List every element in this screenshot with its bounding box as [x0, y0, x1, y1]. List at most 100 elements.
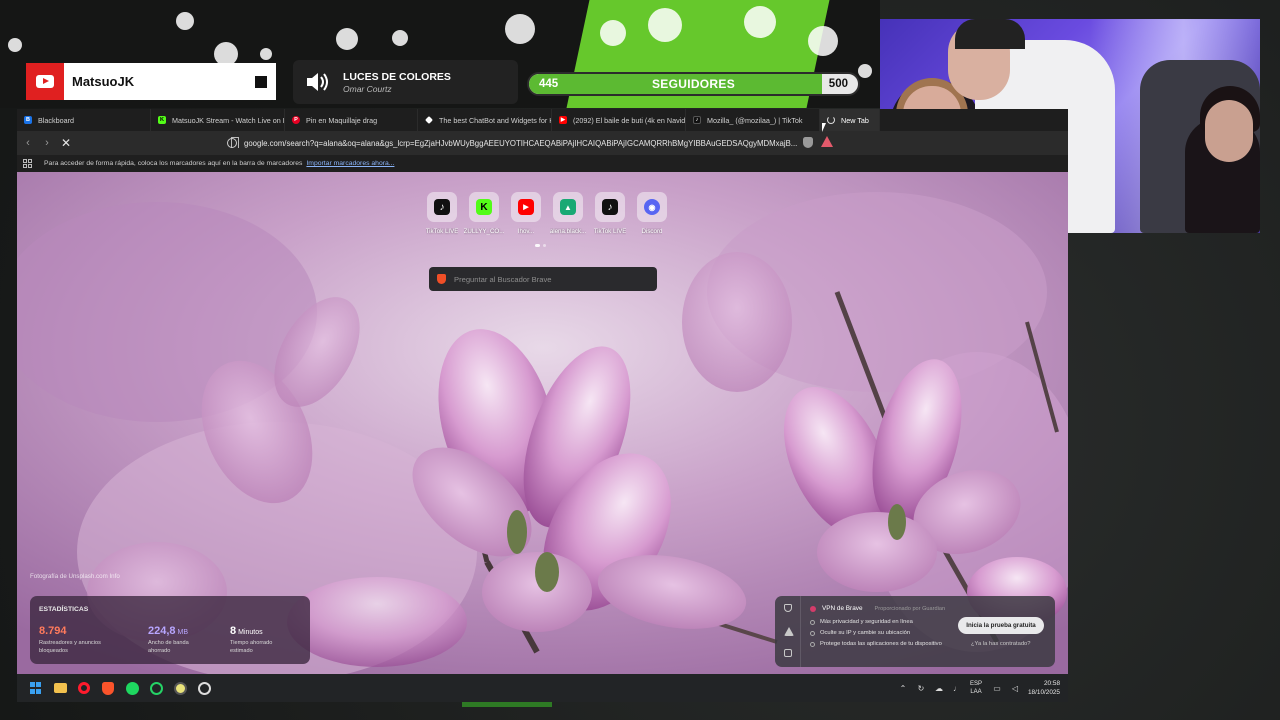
site-info-icon[interactable]	[227, 138, 237, 148]
stat-bandwidth: 224,8 MB Ancho de banda ahorrado	[148, 625, 204, 655]
language-indicator[interactable]: ESP LAA	[970, 680, 982, 696]
shortcut-kick[interactable]: K ZULLYY_CO...	[464, 192, 504, 235]
tab-kick-stream[interactable]: K MatsuoJK Stream - Watch Live on Ki	[151, 109, 285, 131]
now-playing-card: LUCES DE COLORES Omar Courtz	[293, 60, 518, 104]
triangle-icon[interactable]	[784, 627, 794, 636]
shortcut-label: ZULLYY_CO...	[463, 228, 505, 235]
shortcut-alena[interactable]: ▲ alena.black...	[549, 192, 587, 235]
overlay-bubble	[744, 6, 776, 38]
check-icon	[810, 630, 815, 636]
whatsapp-icon[interactable]	[147, 679, 165, 697]
stat-description: Ancho de banda ahorrado	[148, 640, 189, 654]
opera-icon[interactable]	[75, 679, 93, 697]
shortcut-youtube[interactable]: ▶ Ihov...	[509, 192, 543, 235]
vpn-feature: Oculte su IP y cambie su ubicación	[810, 630, 910, 636]
clock-date: 18/10/2025	[1028, 689, 1060, 696]
vpn-feature-text: Oculte su IP y cambie su ubicación	[820, 630, 911, 636]
microphone-icon[interactable]: ♩	[952, 683, 962, 693]
arrow-up-icon: ▲	[560, 199, 576, 215]
clock[interactable]: 20:58 18/10/2025	[1028, 679, 1060, 697]
overlay-bubble	[505, 14, 535, 44]
start-button[interactable]	[27, 679, 45, 697]
overlay-bubble	[176, 12, 194, 30]
shield-icon[interactable]	[784, 604, 792, 612]
system-tray: ⌃ ↻ ☁ ♩ ESP LAA ▭ ◁ 20:58 18/10/2025	[898, 674, 1068, 702]
tab-chatbot[interactable]: The best ChatBot and Widgets for Ki	[418, 109, 552, 131]
follower-label: SEGUIDORES	[651, 77, 735, 91]
shortcut-label: alena.black...	[549, 228, 587, 235]
follower-goal: 500	[828, 78, 848, 90]
shortcut-label: TikTok LIVE	[425, 228, 459, 235]
address-bar[interactable]: google.com/search?q=alana&oq=alana&gs_lc…	[227, 134, 837, 152]
check-icon	[810, 641, 815, 647]
url-text: google.com/search?q=alana&oq=alana&gs_lc…	[244, 138, 798, 148]
mouse-cursor-icon	[822, 123, 826, 132]
loading-icon	[827, 116, 835, 124]
search-placeholder: Preguntar al Buscador Brave	[454, 274, 552, 284]
brave-search-box[interactable]: Preguntar al Buscador Brave	[429, 267, 657, 291]
shortcut-tiktok-live[interactable]: ♪ TikTok LIVE	[425, 192, 459, 235]
stat-number: 8	[230, 625, 237, 637]
tool-icon[interactable]	[195, 679, 213, 697]
youtube-icon	[26, 63, 64, 100]
overlay-accent-strip	[462, 702, 552, 707]
chevron-up-icon[interactable]: ⌃	[898, 683, 908, 693]
shortcut-label: TikTok LIVE	[593, 228, 627, 235]
sync-icon[interactable]: ↻	[916, 683, 926, 693]
stop-loading-button[interactable]: ✕	[58, 135, 74, 151]
kick-icon: K	[476, 199, 492, 215]
app-icon[interactable]	[171, 679, 189, 697]
tab-strip: B Blackboard K MatsuoJK Stream - Watch L…	[17, 109, 1068, 131]
follower-goal-bar: 445 SEGUIDORES 500	[527, 72, 860, 96]
webcam-person-face	[1205, 100, 1253, 162]
brave-rewards-icon[interactable]	[821, 136, 833, 147]
apps-grid-icon[interactable]	[23, 159, 32, 168]
overlay-bubble	[260, 48, 272, 60]
import-bookmarks-link[interactable]: Importar marcadores ahora...	[306, 160, 394, 167]
song-artist: Omar Courtz	[343, 83, 392, 94]
monitor-icon[interactable]: ▭	[992, 683, 1002, 693]
stop-square-icon	[255, 75, 267, 88]
stat-time: 8 Minutos Tiempo ahorrado estimado	[230, 625, 286, 655]
vpn-logo-icon	[810, 605, 816, 612]
stream-scene: MatsuoJK LUCES DE COLORES Omar Courtz 44…	[0, 0, 1280, 720]
brave-shields-icon[interactable]	[803, 137, 813, 148]
tiktok-icon: ♪	[434, 199, 450, 215]
youtube-icon: ▶	[559, 116, 567, 124]
tab-label: The best ChatBot and Widgets for Ki	[439, 115, 552, 125]
stat-unit: MB	[177, 629, 189, 636]
file-explorer-icon[interactable]	[51, 679, 69, 697]
tab-pinterest[interactable]: P Pin en Maquillaje drag	[285, 109, 418, 131]
back-button[interactable]: ‹	[20, 135, 36, 151]
volume-icon[interactable]: ◁	[1010, 683, 1020, 693]
overlay-bubble	[8, 38, 22, 52]
webcam-person-hair	[955, 19, 1025, 49]
vpn-powered-by: Proporcionado por Guardian	[874, 605, 946, 612]
new-tab-page: ♪ TikTok LIVE K ZULLYY_CO... ▶ Ihov... ▲…	[17, 172, 1068, 674]
discord-icon: ◉	[644, 199, 660, 215]
start-trial-button[interactable]: Inicia la prueba gratuita	[958, 617, 1044, 634]
tab-label: (2092) El baile de buti (4k en Navida	[573, 115, 686, 125]
tab-label: Blackboard	[38, 115, 74, 125]
already-purchased-link[interactable]: ¿Ya la has contratado?	[971, 641, 1031, 647]
stat-description: Rastreadores y anuncios bloqueados	[39, 640, 101, 654]
channel-card: MatsuoJK	[26, 63, 276, 100]
cloud-icon[interactable]: ☁	[934, 683, 944, 693]
tab-new-tab[interactable]: New Tab	[820, 109, 880, 131]
stat-value: 8 Minutos	[230, 625, 286, 637]
shortcut-discord[interactable]: ◉ Discord	[635, 192, 669, 235]
brave-icon[interactable]	[99, 679, 117, 697]
tab-tiktok[interactable]: ♪ Mozilla_ (@mozilaa_) | TikTok	[686, 109, 820, 131]
blackboard-icon: B	[24, 116, 32, 124]
vpn-feature: Protege todas las aplicaciones de tu dis…	[810, 641, 942, 647]
tab-blackboard[interactable]: B Blackboard	[17, 109, 151, 131]
forward-button[interactable]: ›	[39, 135, 55, 151]
page-dots[interactable]	[535, 244, 549, 247]
vpn-feature: Más privacidad y seguridad en línea	[810, 619, 913, 625]
photo-credit[interactable]: Fotografía de Unsplash.com Info	[30, 573, 120, 580]
spotify-icon[interactable]	[123, 679, 141, 697]
tab-youtube[interactable]: ▶ (2092) El baile de buti (4k en Navida	[552, 109, 686, 131]
folder-icon[interactable]	[784, 649, 792, 657]
pinterest-icon: P	[292, 116, 300, 124]
shortcut-tiktok-live-2[interactable]: ♪ TikTok LIVE	[593, 192, 627, 235]
